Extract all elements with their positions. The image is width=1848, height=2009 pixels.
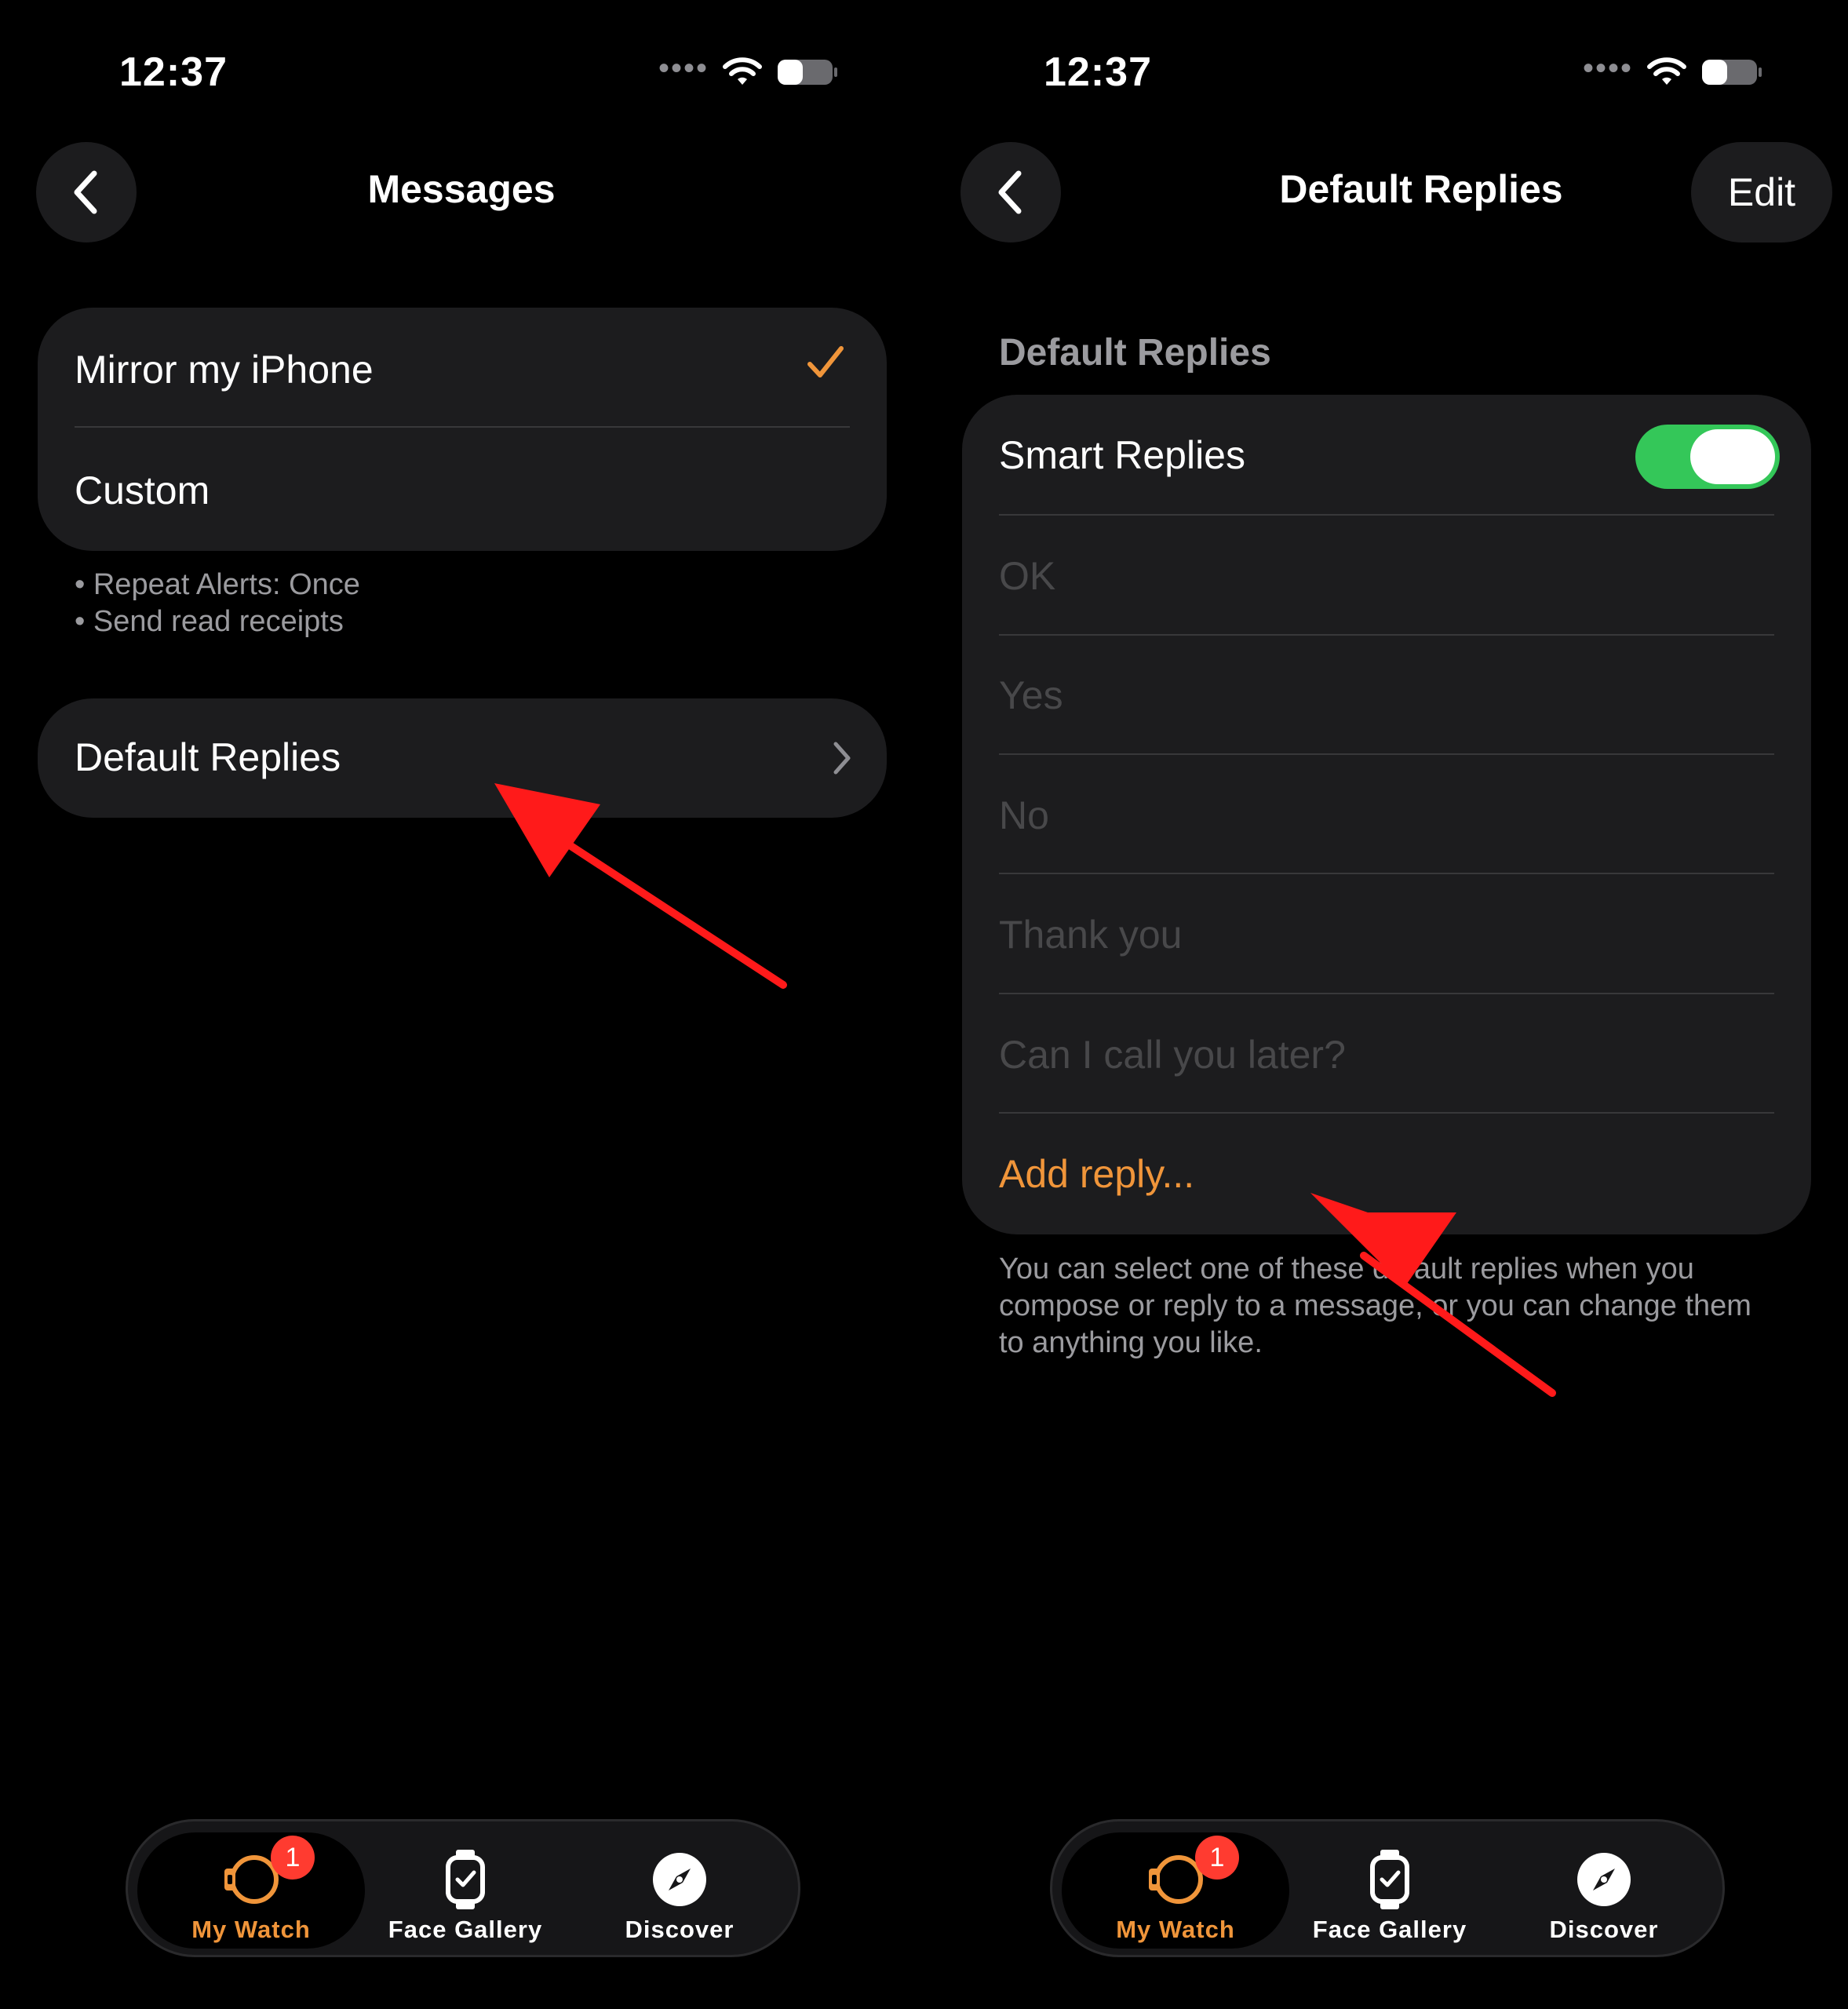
tab-my-watch[interactable]: 1 My Watch [1062,1832,1289,1949]
summary-line: • Repeat Alerts: Once [75,568,360,601]
divider [999,873,1774,874]
tab-label: Discover [1549,1916,1659,1943]
replies-group: Smart Replies OK Yes No Thank you Can I … [962,395,1811,1234]
tab-label: Face Gallery [1312,1916,1467,1943]
tab-face-gallery[interactable]: Face Gallery [352,1832,579,1949]
chevron-left-icon [998,170,1022,214]
tab-discover[interactable]: Discover [1490,1832,1718,1949]
tab-bar: 1 My Watch Face Gallery Discover [1050,1819,1725,1957]
checkmark-icon [807,346,844,377]
page-title: Default Replies [1279,167,1563,211]
replies-footer-text: You can select one of these default repl… [999,1252,1751,1359]
tab-face-gallery[interactable]: Face Gallery [1276,1832,1504,1949]
annotation-arrow [494,783,787,989]
section-header: Default Replies [999,332,1271,374]
cellular-signal-icon: •••• [658,51,709,86]
back-button[interactable] [960,142,1061,242]
compass-icon [1577,1853,1631,1906]
status-icons: •••• [658,51,839,88]
settings-summary: • Repeat Alerts: Once • Send read receip… [75,567,360,640]
default-replies-row[interactable]: Default Replies [38,698,887,818]
default-replies-screen: 12:37 •••• Default Replies Edit Default … [924,0,1848,2009]
battery-icon [1702,60,1762,85]
summary-line: • Send read receipts [75,605,344,638]
option-label: Mirror my iPhone [75,348,374,392]
messages-screen: 12:37 •••• Messages Mirror my iPhone Cus… [0,0,924,2009]
status-time: 12:37 [119,49,228,95]
face-gallery-icon [446,1850,485,1909]
alert-options-group: Mirror my iPhone Custom [38,308,887,551]
compass-icon [653,1853,706,1906]
notification-badge: 1 [1195,1836,1239,1880]
tab-label: Discover [625,1916,734,1943]
divider [999,634,1774,636]
tab-label: My Watch [1116,1916,1235,1943]
edit-button[interactable]: Edit [1691,142,1832,242]
divider [999,514,1774,516]
toggle-knob [1690,429,1775,484]
reply-item[interactable]: Can I call you later? [999,1032,1774,1077]
smart-replies-toggle[interactable] [1635,425,1780,489]
tab-discover[interactable]: Discover [566,1832,793,1949]
tab-my-watch[interactable]: 1 My Watch [137,1832,365,1949]
wifi-icon [1647,57,1686,85]
reply-item[interactable]: OK [999,553,1774,599]
status-time: 12:37 [1044,49,1152,95]
face-gallery-icon [1370,1850,1409,1909]
chevron-left-icon [74,170,97,214]
wifi-icon [723,57,762,85]
divider [999,993,1774,994]
add-reply-button[interactable]: Add reply... [999,1151,1774,1197]
divider [999,1112,1774,1114]
reply-item[interactable]: Thank you [999,912,1774,957]
tab-bar: 1 My Watch Face Gallery Discover [126,1819,800,1957]
smart-replies-label: Smart Replies [999,433,1245,477]
status-icons: •••• [1582,51,1763,88]
option-custom[interactable]: Custom [75,468,850,513]
cellular-signal-icon: •••• [1582,51,1633,86]
divider [999,753,1774,755]
reply-item[interactable]: Yes [999,673,1774,718]
chevron-right-icon [833,742,851,775]
divider [75,426,850,428]
tab-label: Face Gallery [388,1916,543,1943]
page-title: Messages [367,167,556,211]
option-label: Custom [75,469,210,512]
tab-label: My Watch [191,1916,311,1943]
reply-item[interactable]: No [999,793,1774,838]
notification-badge: 1 [271,1836,315,1880]
back-button[interactable] [36,142,137,242]
battery-icon [778,60,837,85]
option-mirror-iphone[interactable]: Mirror my iPhone [75,346,850,392]
default-replies-label: Default Replies [75,735,341,779]
